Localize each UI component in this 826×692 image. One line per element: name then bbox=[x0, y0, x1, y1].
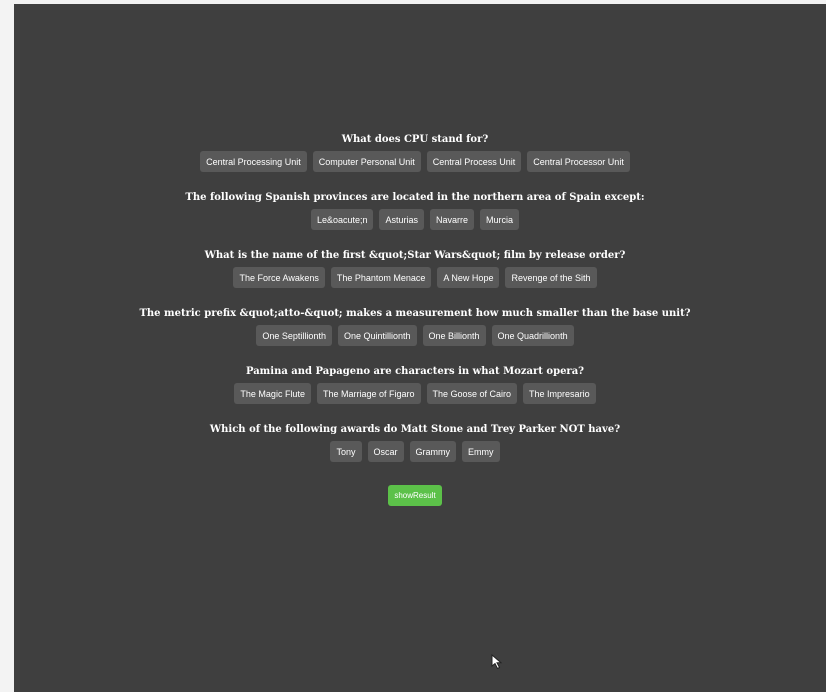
answer-button[interactable]: The Magic Flute bbox=[234, 383, 311, 404]
question-text: What is the name of the first &quot;Star… bbox=[204, 250, 626, 261]
answer-button[interactable]: Central Processing Unit bbox=[200, 151, 307, 172]
question-text: The metric prefix &quot;atto-&quot; make… bbox=[139, 308, 691, 319]
question-block: What is the name of the first &quot;Star… bbox=[204, 250, 626, 288]
answer-group: Tony Oscar Grammy Emmy bbox=[330, 441, 500, 462]
question-text: The following Spanish provinces are loca… bbox=[185, 192, 645, 203]
answer-button[interactable]: The Force Awakens bbox=[233, 267, 325, 288]
answer-group: The Magic Flute The Marriage of Figaro T… bbox=[234, 383, 596, 404]
question-text: What does CPU stand for? bbox=[341, 134, 489, 145]
answer-button[interactable]: The Goose of Cairo bbox=[426, 383, 518, 404]
answer-button[interactable]: Tony bbox=[330, 441, 362, 462]
answer-button[interactable]: One Quintillionth bbox=[337, 325, 417, 346]
answer-button[interactable]: The Phantom Menace bbox=[330, 267, 432, 288]
show-result-button[interactable]: showResult bbox=[388, 485, 442, 506]
question-block: The metric prefix &quot;atto-&quot; make… bbox=[139, 308, 691, 346]
answer-button[interactable]: Navarre bbox=[430, 209, 475, 230]
answer-button[interactable]: The Marriage of Figaro bbox=[316, 383, 421, 404]
answer-button[interactable]: Revenge of the Sith bbox=[505, 267, 597, 288]
answer-button[interactable]: Emmy bbox=[462, 441, 500, 462]
answer-button[interactable]: Computer Personal Unit bbox=[312, 151, 421, 172]
answer-button[interactable]: One Septillionth bbox=[256, 325, 332, 346]
question-block: What does CPU stand for? Central Process… bbox=[200, 134, 630, 172]
answer-group: One Septillionth One Quintillionth One B… bbox=[256, 325, 574, 346]
answer-group: Le&oacute;n Asturias Navarre Murcia bbox=[310, 209, 520, 230]
answer-button[interactable]: One Billionth bbox=[422, 325, 486, 346]
answer-button[interactable]: Le&oacute;n bbox=[310, 209, 374, 230]
answer-button[interactable]: The Impresario bbox=[523, 383, 596, 404]
answer-button[interactable]: Central Processor Unit bbox=[527, 151, 630, 172]
answer-button[interactable]: Murcia bbox=[480, 209, 520, 230]
quiz-container: What does CPU stand for? Central Process… bbox=[14, 134, 816, 506]
quiz-page: What does CPU stand for? Central Process… bbox=[14, 4, 826, 692]
answer-button[interactable]: A New Hope bbox=[437, 267, 500, 288]
question-block: The following Spanish provinces are loca… bbox=[185, 192, 645, 230]
answer-group: The Force Awakens The Phantom Menace A N… bbox=[233, 267, 597, 288]
answer-button[interactable]: One Quadrillionth bbox=[491, 325, 574, 346]
answer-group: Central Processing Unit Computer Persona… bbox=[200, 151, 630, 172]
answer-button[interactable]: Central Process Unit bbox=[426, 151, 522, 172]
question-block: Pamina and Papageno are characters in wh… bbox=[234, 366, 596, 404]
mouse-pointer-icon bbox=[491, 654, 503, 670]
answer-button[interactable]: Grammy bbox=[409, 441, 457, 462]
answer-button[interactable]: Oscar bbox=[367, 441, 404, 462]
question-text: Which of the following awards do Matt St… bbox=[209, 424, 621, 435]
question-text: Pamina and Papageno are characters in wh… bbox=[245, 366, 585, 377]
question-block: Which of the following awards do Matt St… bbox=[210, 424, 620, 462]
answer-button[interactable]: Asturias bbox=[379, 209, 424, 230]
